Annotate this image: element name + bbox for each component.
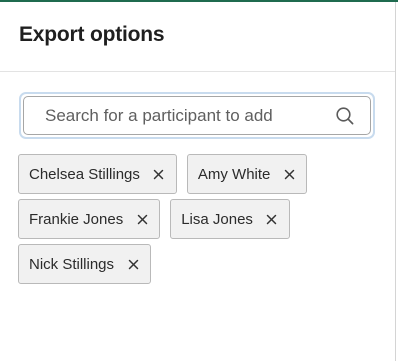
close-icon[interactable] bbox=[282, 167, 296, 181]
participant-chip-label: Lisa Jones bbox=[181, 210, 253, 228]
participant-chip[interactable]: Chelsea Stillings bbox=[18, 154, 177, 194]
close-icon[interactable] bbox=[135, 212, 149, 226]
search-icon[interactable] bbox=[334, 105, 356, 127]
participant-search-input[interactable] bbox=[24, 96, 334, 135]
close-icon[interactable] bbox=[152, 167, 166, 181]
participant-chip-label: Chelsea Stillings bbox=[29, 165, 140, 183]
panel-title: Export options bbox=[19, 22, 165, 46]
close-icon[interactable] bbox=[126, 257, 140, 271]
participant-chip-label: Amy White bbox=[197, 165, 271, 183]
search-box[interactable] bbox=[23, 96, 371, 135]
participant-chip[interactable]: Lisa Jones bbox=[170, 199, 290, 239]
participant-chip-label: Frankie Jones bbox=[29, 210, 124, 228]
participant-chip[interactable]: Frankie Jones bbox=[18, 199, 161, 239]
participant-chip[interactable]: Amy White bbox=[186, 154, 308, 194]
search-focus-ring bbox=[19, 92, 375, 139]
export-options-panel: Export options Chelsea Stillings A bbox=[0, 0, 398, 361]
close-icon[interactable] bbox=[265, 212, 279, 226]
panel-header: Export options bbox=[0, 0, 395, 72]
top-accent-bar bbox=[0, 0, 398, 2]
participant-chip[interactable]: Nick Stillings bbox=[18, 244, 152, 284]
participant-chip-label: Nick Stillings bbox=[29, 255, 115, 273]
participant-chip-list: Chelsea Stillings Amy White Frankie Jone… bbox=[18, 154, 378, 284]
